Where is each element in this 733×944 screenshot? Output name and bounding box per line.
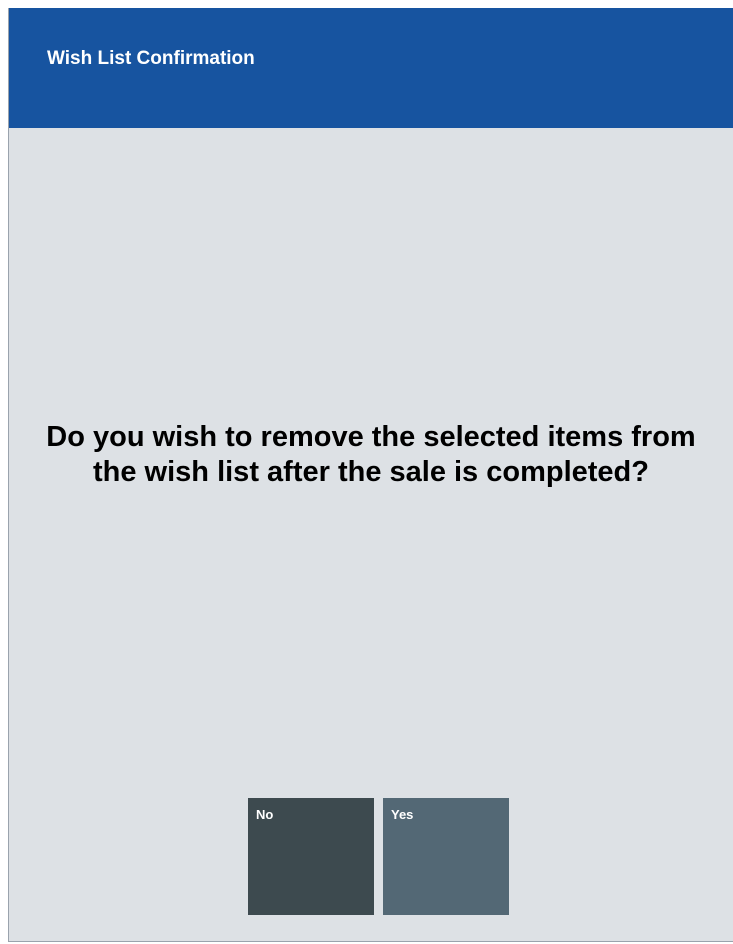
dialog-header: Wish List Confirmation — [9, 8, 733, 128]
no-button[interactable]: No — [248, 798, 374, 915]
yes-button[interactable]: Yes — [383, 798, 509, 915]
yes-button-label: Yes — [391, 807, 414, 822]
no-button-label: No — [256, 807, 274, 822]
confirmation-message: Do you wish to remove the selected items… — [46, 421, 696, 488]
wish-list-confirmation-dialog: Wish List Confirmation Do you wish to re… — [8, 8, 733, 942]
dialog-title: Wish List Confirmation — [47, 48, 255, 69]
